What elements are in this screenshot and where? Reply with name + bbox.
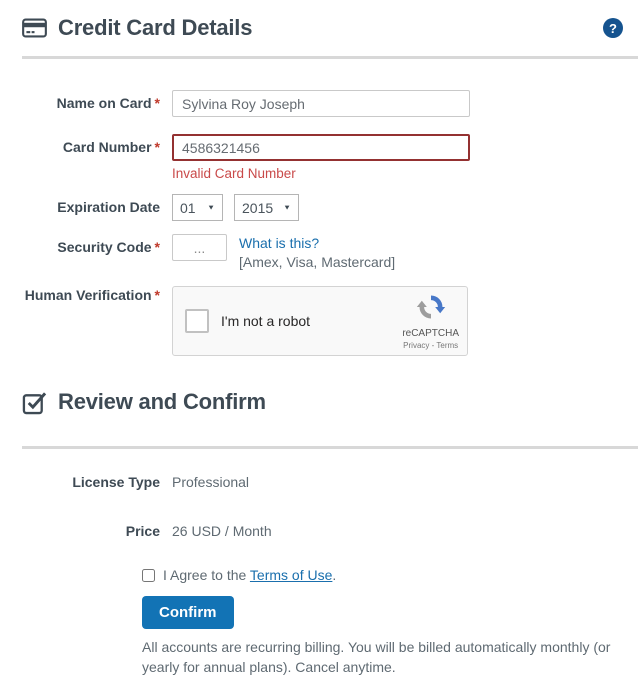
required-marker: * bbox=[154, 139, 160, 155]
label-text: Security Code bbox=[57, 239, 152, 255]
human-verification-label: Human Verification * bbox=[22, 284, 160, 356]
chevron-down-icon: ▼ bbox=[283, 203, 291, 212]
expiry-month-select[interactable]: 01 ▼ bbox=[172, 194, 223, 221]
billing-disclaimer: All accounts are recurring billing. You … bbox=[142, 639, 611, 675]
license-type-row: License Type Professional bbox=[22, 474, 638, 490]
credit-card-section-header: Credit Card Details ? bbox=[22, 8, 638, 48]
card-number-field: Invalid Card Number bbox=[172, 134, 470, 181]
card-number-row: Card Number* Invalid Card Number bbox=[22, 134, 638, 181]
what-is-this-link[interactable]: What is this? bbox=[239, 234, 319, 253]
section-divider bbox=[22, 446, 638, 449]
human-verification-row: Human Verification * I'm not a robot reCA… bbox=[22, 284, 638, 356]
recaptcha-logo-icon bbox=[416, 292, 446, 327]
label-text: Human Verification bbox=[24, 287, 152, 303]
security-code-help: What is this? [Amex, Visa, Mastercard] bbox=[239, 234, 395, 271]
security-code-row: Security Code* What is this? [Amex, Visa… bbox=[22, 234, 638, 271]
name-on-card-label: Name on Card * bbox=[22, 90, 160, 117]
required-marker: * bbox=[154, 95, 160, 111]
confirm-button[interactable]: Confirm bbox=[142, 596, 234, 629]
recaptcha-brand-text: reCAPTCHA bbox=[402, 328, 459, 339]
license-type-label: License Type bbox=[72, 474, 160, 490]
recaptcha-branding: reCAPTCHA Privacy - Terms bbox=[402, 292, 459, 350]
agreement-suffix: . bbox=[332, 567, 337, 583]
credit-card-form: Name on Card* Card Number* Invalid Card … bbox=[22, 90, 638, 356]
review-title: Review and Confirm bbox=[58, 389, 266, 414]
expiry-month-value: 01 bbox=[180, 199, 196, 216]
chevron-down-icon: ▼ bbox=[207, 203, 215, 212]
agreement-text: I Agree to the Terms of Use. bbox=[163, 567, 336, 583]
expiration-selects: 01 ▼ 2015 ▼ bbox=[172, 194, 299, 221]
terms-of-use-link[interactable]: Terms of Use bbox=[250, 567, 332, 583]
review-section-header: Review and Confirm bbox=[22, 382, 638, 422]
payment-page: Credit Card Details ? Name on Card* Card… bbox=[0, 0, 638, 678]
recaptcha-widget: I'm not a robot reCAPTCHA Privacy - Term… bbox=[172, 286, 468, 356]
checked-checkbox-icon bbox=[22, 390, 47, 415]
agreement-prefix: I Agree to the bbox=[163, 567, 250, 583]
required-marker: * bbox=[154, 287, 160, 303]
expiry-year-select[interactable]: 2015 ▼ bbox=[234, 194, 299, 221]
security-code-field: What is this? [Amex, Visa, Mastercard] bbox=[172, 234, 395, 271]
expiration-date-label: Expiration Date bbox=[57, 199, 160, 215]
label-text: Card Number bbox=[62, 139, 152, 155]
name-on-card-row: Name on Card * bbox=[22, 90, 638, 117]
security-code-input[interactable] bbox=[172, 234, 227, 261]
name-on-card-input[interactable] bbox=[172, 90, 470, 117]
recaptcha-privacy-terms-links[interactable]: Privacy - Terms bbox=[403, 341, 458, 350]
required-marker: * bbox=[154, 239, 160, 255]
help-icon[interactable]: ? bbox=[603, 18, 623, 38]
expiration-date-row: Expiration Date 01 ▼ 2015 ▼ bbox=[22, 194, 638, 221]
recaptcha-label: I'm not a robot bbox=[221, 313, 311, 329]
agreement-row: I Agree to the Terms of Use. bbox=[142, 567, 638, 583]
license-type-value: Professional bbox=[172, 474, 250, 490]
confirm-area: I Agree to the Terms of Use. Confirm All… bbox=[142, 567, 638, 678]
page-title: Credit Card Details bbox=[58, 15, 253, 40]
card-number-label: Card Number * bbox=[22, 134, 160, 181]
agree-checkbox[interactable] bbox=[142, 568, 155, 582]
price-row: Price 26 USD / Month bbox=[22, 523, 638, 539]
card-types-hint: [Amex, Visa, Mastercard] bbox=[239, 254, 396, 270]
security-code-label: Security Code * bbox=[22, 234, 160, 271]
expiry-year-value: 2015 bbox=[242, 199, 274, 216]
label-text: Name on Card bbox=[56, 95, 152, 111]
price-label: Price bbox=[125, 523, 160, 539]
section-divider bbox=[22, 56, 638, 59]
price-value: 26 USD / Month bbox=[172, 523, 272, 539]
recaptcha-checkbox[interactable] bbox=[185, 309, 209, 333]
credit-card-icon bbox=[22, 18, 47, 38]
card-number-error: Invalid Card Number bbox=[172, 166, 296, 181]
card-number-input[interactable] bbox=[172, 134, 470, 161]
